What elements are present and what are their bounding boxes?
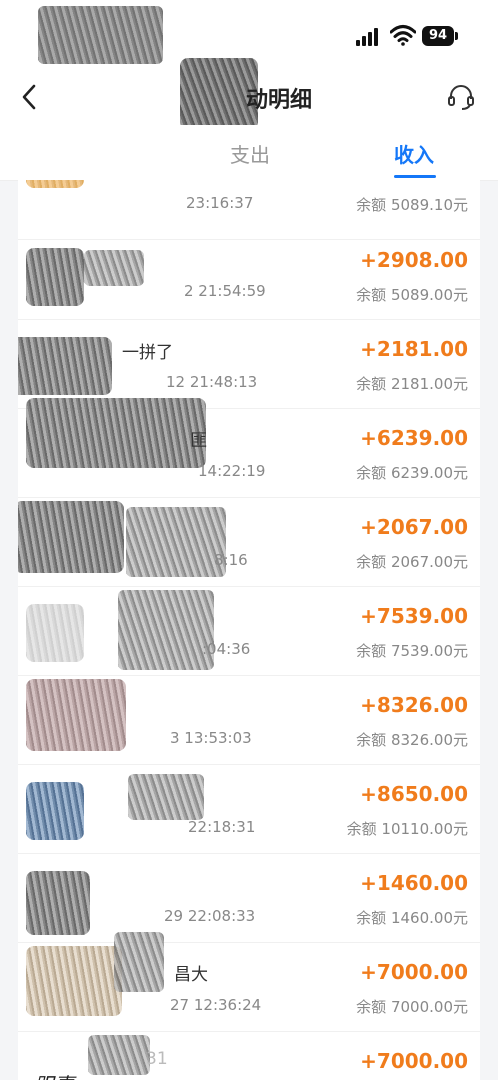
transaction-datetime: 2 21:54:59 (184, 282, 266, 300)
transaction-row[interactable]: 匪 14:22:19 +6239.00 余额 6239.00元 (18, 398, 480, 498)
avatar (26, 946, 122, 1016)
balance-text: 余额 2067.00元 (356, 551, 468, 572)
balance-value: 1460.00元 (390, 909, 468, 927)
balance-label: 余额 (356, 375, 387, 393)
balance-text: 余额 1460.00元 (356, 907, 468, 928)
transaction-amount: +7000.00 (360, 1049, 468, 1073)
redacted-name (126, 507, 226, 577)
wifi-icon (390, 25, 416, 46)
avatar (26, 604, 84, 662)
transaction-datetime: 14:22:19 (198, 462, 266, 480)
avatar (26, 871, 90, 935)
balance-label: 余额 (356, 286, 387, 304)
transaction-row[interactable]: 2 21:54:59 +2908.00 余额 5089.00元 (18, 230, 480, 320)
avatar (18, 337, 112, 395)
balance-text: 余额 8326.00元 (356, 729, 468, 750)
avatar (26, 398, 206, 468)
balance-text: 余额 5089.10元 (356, 194, 468, 215)
navigation-bar: 动明细 (0, 58, 498, 130)
transaction-row[interactable]: 8:16 +2067.00 余额 2067.00元 (18, 497, 480, 587)
transaction-row[interactable]: 䟺壹 31 +7000.00 (18, 1031, 480, 1080)
avatar (26, 248, 84, 306)
transaction-amount: +2908.00 (360, 248, 468, 272)
transaction-datetime: 22:18:31 (188, 818, 256, 836)
balance-value: 8326.00元 (390, 731, 468, 749)
transaction-row[interactable]: 昌大 27 12:36:24 +7000.00 余额 7000.00元 (18, 932, 480, 1032)
balance-value: 5089.10元 (390, 196, 468, 214)
transaction-amount: +8650.00 (360, 782, 468, 806)
balance-text: 余额 5089.00元 (356, 284, 468, 305)
active-tab-indicator (394, 175, 436, 178)
balance-value: 10110.00元 (381, 820, 468, 838)
customer-service-icon[interactable] (446, 82, 476, 112)
tab-income[interactable]: 收入 (394, 139, 434, 168)
transaction-amount: +7000.00 (360, 960, 468, 984)
balance-label: 余额 (356, 642, 387, 660)
balance-label: 余额 (346, 820, 377, 838)
balance-value: 2067.00元 (390, 553, 468, 571)
redacted-name (114, 932, 164, 992)
transaction-amount: +2067.00 (360, 515, 468, 539)
transaction-name: 匪 (190, 431, 207, 451)
balance-value: 7000.00元 (390, 998, 468, 1016)
balance-text: 余额 6239.00元 (356, 462, 468, 483)
balance-value: 5089.00元 (390, 286, 468, 304)
transaction-name: 昌大 (174, 965, 208, 985)
balance-value: 7539.00元 (390, 642, 468, 660)
redacted-time (38, 6, 163, 64)
balance-text: 余额 10110.00元 (347, 818, 468, 839)
balance-label: 余额 (356, 553, 387, 571)
tab-bar: 支出 收入 (0, 125, 498, 181)
balance-label: 余额 (356, 731, 387, 749)
balance-label: 余额 (356, 464, 387, 482)
redacted-name (118, 590, 214, 670)
transaction-name: 一拼了 (122, 343, 173, 363)
transaction-name: 31 (146, 1049, 168, 1069)
transaction-datetime: 12 21:48:13 (166, 373, 258, 391)
transaction-row[interactable]: :04:36 +7539.00 余额 7539.00元 (18, 586, 480, 676)
battery-indicator: 94 (422, 26, 458, 46)
avatar-signature-mark: 䟺壹 (34, 1069, 74, 1080)
transaction-datetime: 23:16:37 (186, 194, 254, 212)
transaction-amount: +2181.00 (360, 337, 468, 361)
balance-text: 余额 7539.00元 (356, 640, 468, 661)
balance-label: 余额 (356, 196, 387, 214)
transaction-datetime: 29 22:08:33 (164, 907, 256, 925)
cellular-signal-icon (356, 28, 382, 46)
balance-value: 2181.00元 (390, 375, 468, 393)
balance-text: 余额 7000.00元 (356, 996, 468, 1017)
transaction-row[interactable]: 3 13:53:03 +8326.00 余额 8326.00元 (18, 675, 480, 765)
redacted-name (128, 774, 204, 820)
avatar (26, 679, 126, 751)
balance-value: 6239.00元 (390, 464, 468, 482)
redacted-name (88, 1035, 150, 1075)
transaction-amount: +1460.00 (360, 871, 468, 895)
balance-label: 余额 (356, 909, 387, 927)
page-title: 动明细 (246, 88, 313, 113)
transaction-datetime: 8:16 (214, 551, 248, 569)
avatar (26, 782, 84, 840)
transaction-datetime: 3 13:53:03 (170, 729, 252, 747)
redacted-name (84, 250, 144, 286)
transaction-row[interactable]: 一拼了 12 21:48:13 +2181.00 余额 2181.00元 (18, 319, 480, 409)
transaction-row[interactable]: 22:18:31 +8650.00 余额 10110.00元 (18, 764, 480, 854)
balance-label: 余额 (356, 998, 387, 1016)
back-arrow-icon[interactable] (16, 80, 44, 114)
avatar (26, 180, 84, 188)
transaction-datetime: 27 12:36:24 (170, 996, 262, 1014)
balance-text: 余额 2181.00元 (356, 373, 468, 394)
transaction-amount: +8326.00 (360, 693, 468, 717)
transaction-list: 23:16:37 余额 5089.10元 2 21:54:59 +2908.00… (18, 180, 480, 1080)
transaction-row[interactable]: 29 22:08:33 +1460.00 余额 1460.00元 (18, 853, 480, 943)
avatar (18, 501, 124, 573)
transaction-amount: +7539.00 (360, 604, 468, 628)
transaction-datetime: :04:36 (202, 640, 251, 658)
transaction-amount: +6239.00 (360, 426, 468, 450)
tab-expense[interactable]: 支出 (230, 139, 270, 168)
